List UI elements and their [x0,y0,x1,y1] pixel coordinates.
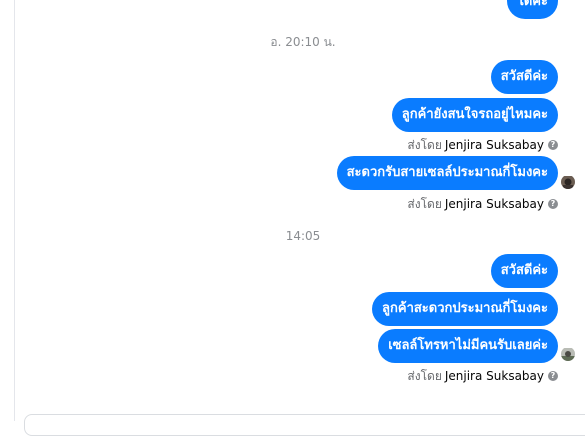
message-bubble[interactable]: ลูกค้าสะดวกประมาณกี่โมงคะ [372,292,558,326]
timestamp: 14:05 [285,229,321,243]
conversation-divider [14,0,15,421]
seen-avatar-icon [561,175,575,189]
message-bubble[interactable]: สวัสดีค่ะ [490,60,558,94]
seen-avatar-icon [561,347,575,361]
timestamp: อ. 20:10 น. [270,35,336,49]
message-bubble[interactable]: สะดวกรับสายเซลล์ประมาณกี่โมงคะ [336,156,558,190]
question-icon[interactable]: ? [548,140,558,150]
sent-by-prefix: ส่งโดย [407,197,442,211]
sender-name[interactable]: Jenjira Suksabay [445,137,544,153]
sent-by-prefix: ส่งโดย [407,369,442,383]
sent-by-prefix: ส่งโดย [407,138,442,152]
message-bubble[interactable]: ได้ค่ะ [507,0,558,19]
sender-name[interactable]: Jenjira Suksabay [445,196,544,212]
sent-by-label: ส่งโดย Jenjira Suksabay ? [407,137,558,153]
message-bubble[interactable]: เซลล์โทรหาไม่มีคนรับเลยค่ะ [378,329,558,363]
question-icon[interactable]: ? [548,371,558,381]
question-icon[interactable]: ? [548,199,558,209]
sent-by-label: ส่งโดย Jenjira Suksabay ? [407,196,558,212]
sender-name[interactable]: Jenjira Suksabay [445,368,544,384]
message-bubble[interactable]: ลูกค้ายังสนใจรถอยู่ไหมคะ [391,98,558,132]
message-composer[interactable] [24,414,585,436]
message-bubble[interactable]: สวัสดีค่ะ [490,254,558,288]
sent-by-label: ส่งโดย Jenjira Suksabay ? [407,368,558,384]
